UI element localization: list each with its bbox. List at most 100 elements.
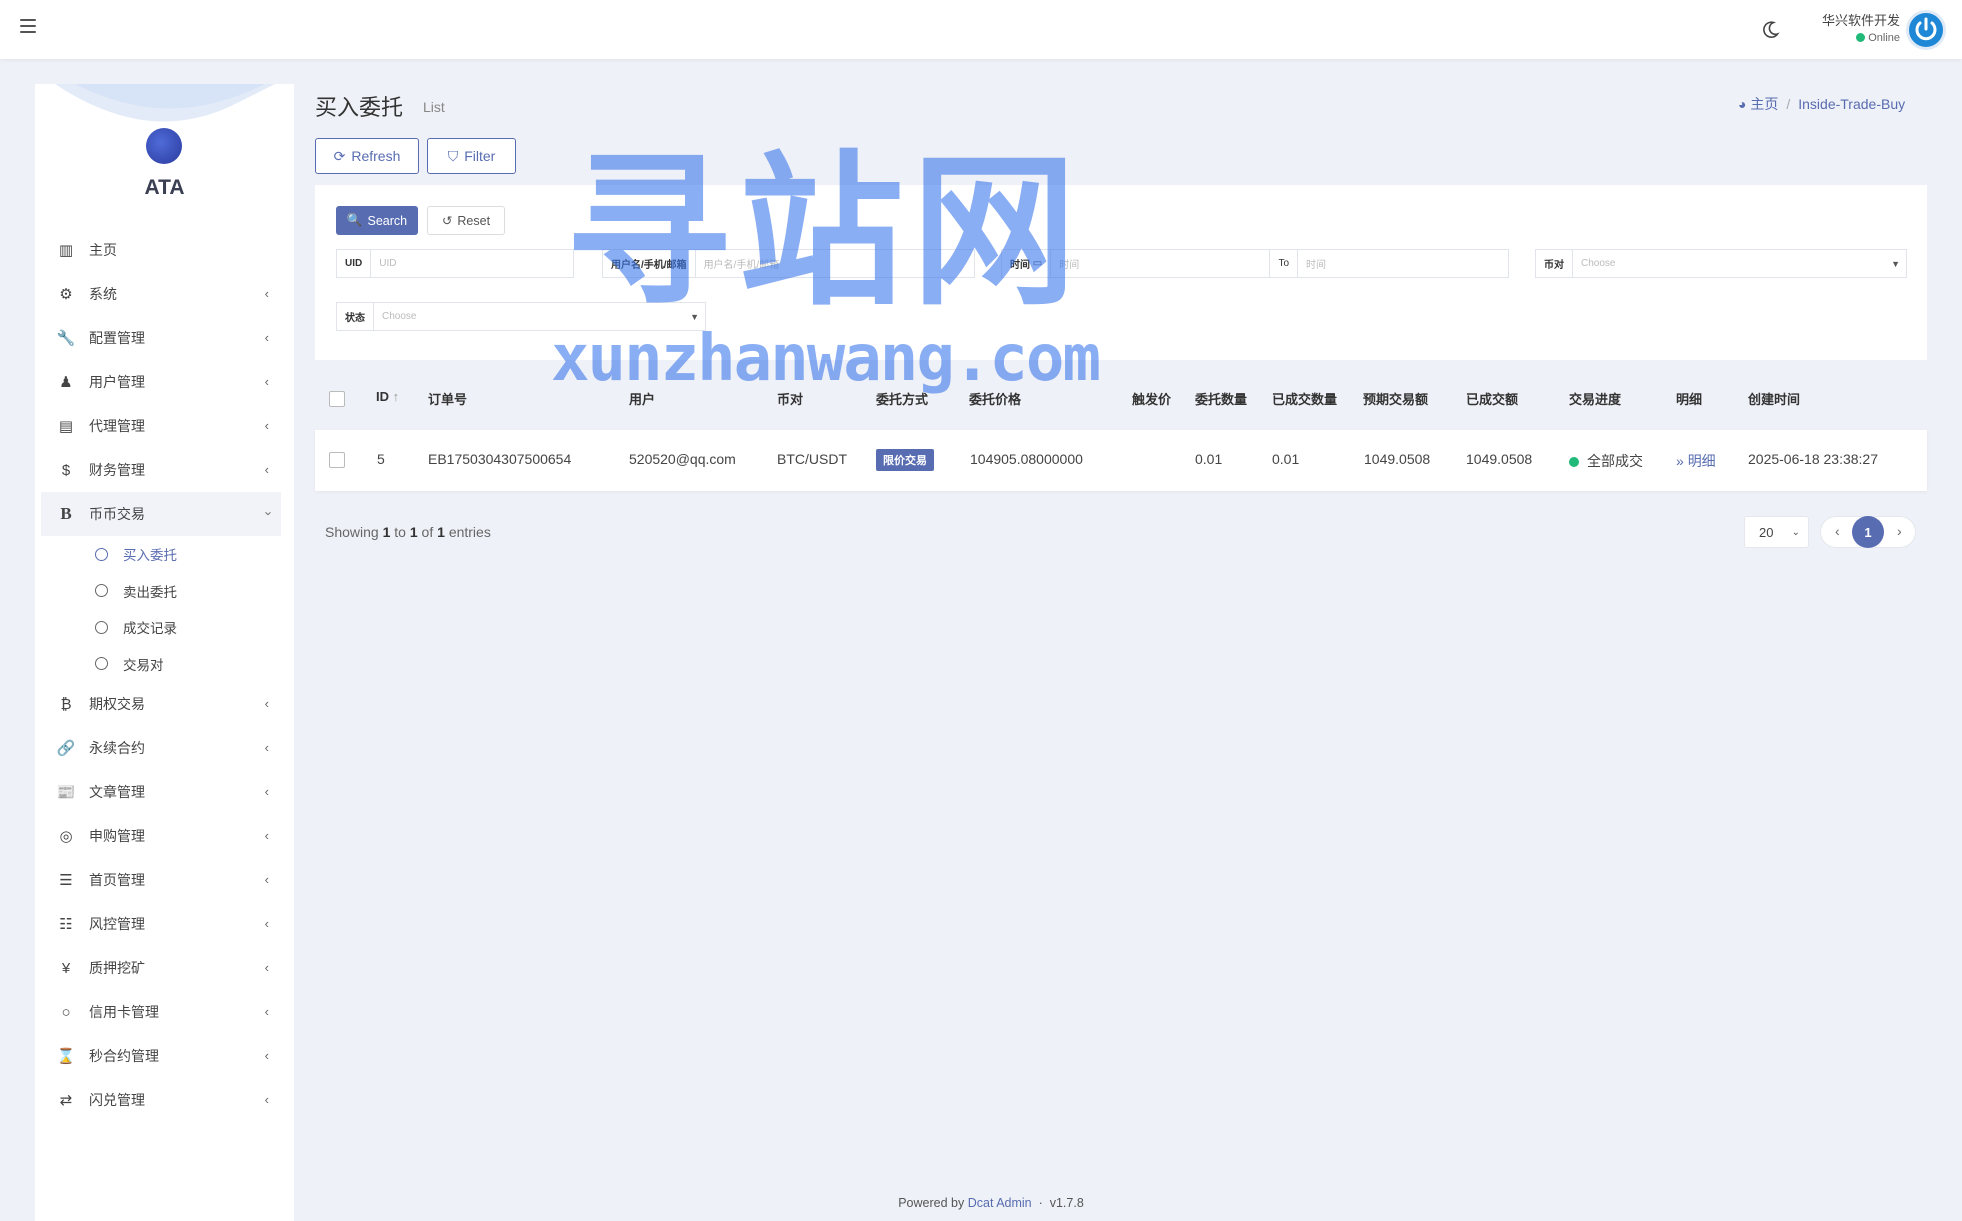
showing-total: 1: [437, 524, 445, 540]
sidebar-item-system[interactable]: ⚙ 系统 ‹: [41, 272, 281, 316]
table-row: 5 EB1750304307500654 520520@qq.com BTC/U…: [315, 430, 1927, 491]
search-button[interactable]: 🔍 Search: [336, 206, 418, 235]
user-info[interactable]: 华兴软件开发 Online: [1800, 12, 1900, 46]
moon-icon[interactable]: [1760, 20, 1780, 40]
sidebar-item-second-contract[interactable]: ⌛ 秒合约管理 ‹: [41, 1034, 281, 1078]
next-page-button[interactable]: ›: [1897, 523, 1902, 539]
column-header-trigger: 触发价: [1132, 392, 1172, 407]
user-input[interactable]: 用户名/手机/邮箱: [696, 250, 974, 277]
sidebar-item-homepage[interactable]: ☰ 首页管理 ‹: [41, 858, 281, 902]
sidebar-item-flash-exchange[interactable]: ⇄ 闪兑管理 ‹: [41, 1078, 281, 1122]
chevron-down-icon: ⌄: [1791, 526, 1800, 538]
cell-progress: 全部成交: [1569, 451, 1643, 471]
sort-arrow-icon[interactable]: ↑: [393, 389, 400, 404]
per-page-select[interactable]: 20 ⌄: [1744, 516, 1809, 548]
sidebar-subitem-label: 交易对: [123, 657, 164, 673]
sidebar-item-subscription[interactable]: ◎ 申购管理 ‹: [41, 814, 281, 858]
sidebar-item-users[interactable]: ♟ 用户管理 ‹: [41, 360, 281, 404]
status-select[interactable]: Choose: [374, 303, 690, 330]
filter-button[interactable]: ⛉ Filter: [427, 138, 516, 174]
chevron-left-icon: ‹: [264, 462, 269, 477]
sidebar-subitem-sell-orders[interactable]: 卖出委托: [41, 573, 281, 610]
cell-filled-total: 1049.0508: [1466, 451, 1533, 467]
chevron-left-icon: ‹: [264, 418, 269, 433]
reset-button[interactable]: ↺ Reset: [427, 206, 505, 235]
sidebar-item-agents[interactable]: ▤ 代理管理 ‹: [41, 404, 281, 448]
column-header-filled: 已成交数量: [1272, 392, 1338, 407]
refresh-button[interactable]: ⟳ Refresh: [315, 138, 419, 174]
chevron-left-icon: ‹: [264, 286, 269, 301]
pair-select[interactable]: Choose: [1573, 250, 1891, 277]
time-to-input[interactable]: 时间: [1298, 250, 1508, 277]
page-button-current[interactable]: 1: [1852, 516, 1884, 548]
select-all-checkbox[interactable]: [329, 391, 345, 407]
user-status: Online: [1800, 30, 1900, 46]
dashboard-icon: ◕: [1738, 96, 1747, 112]
sidebar-item-label: 财务管理: [89, 462, 145, 478]
chevron-left-icon: ‹: [264, 960, 269, 975]
breadcrumb-home[interactable]: 主页: [1750, 96, 1778, 112]
search-label: Search: [367, 213, 408, 228]
double-chevron-right-icon: »: [1676, 453, 1684, 469]
sidebar-item-articles[interactable]: 📰 文章管理 ‹: [41, 770, 281, 814]
chevron-left-icon: ‹: [264, 916, 269, 931]
sidebar-item-risk[interactable]: ☷ 风控管理 ‹: [41, 902, 281, 946]
chevron-left-icon: ‹: [264, 330, 269, 345]
chevron-left-icon: ‹: [264, 872, 269, 887]
time-range-filter: 时间 ▭ 时间 To 时间: [1001, 249, 1509, 278]
id-card-icon: ▤: [58, 418, 74, 435]
detail-link[interactable]: » 明细: [1676, 451, 1716, 471]
cell-type: 限价交易: [876, 449, 934, 471]
chevron-left-icon: ‹: [264, 1048, 269, 1063]
breadcrumb-current[interactable]: Inside-Trade-Buy: [1798, 96, 1905, 112]
sidebar-item-spot-trading[interactable]: B 币币交易 ‹: [41, 492, 281, 536]
chevron-left-icon: ‹: [264, 374, 269, 389]
sidebar-item-label: 申购管理: [89, 828, 145, 844]
sidebar-item-label: 配置管理: [89, 330, 145, 346]
sidebar-item-staking[interactable]: ¥ 质押挖矿 ‹: [41, 946, 281, 990]
column-header-id[interactable]: ID ↑: [376, 389, 399, 404]
sidebar-subitem-label: 卖出委托: [123, 584, 177, 600]
circle-icon: [95, 657, 108, 671]
avatar[interactable]: [1906, 10, 1946, 50]
sidebar-subitem-trading-pairs[interactable]: 交易对: [41, 646, 281, 683]
sidebar-item-finance[interactable]: $ 财务管理 ‹: [41, 448, 281, 492]
orders-table: ID ↑ 订单号 用户 币对 委托方式 委托价格 触发价 委托数量 已成交数量 …: [315, 370, 1927, 491]
footer-powered-by: Powered by: [898, 1196, 965, 1210]
refresh-label: Refresh: [351, 148, 401, 164]
hamburger-menu-icon[interactable]: [20, 19, 36, 33]
sidebar-subitem-trade-records[interactable]: 成交记录: [41, 609, 281, 646]
sidebar-item-config[interactable]: 🔧 配置管理 ‹: [41, 316, 281, 360]
chevron-left-icon: ‹: [264, 1004, 269, 1019]
calendar-icon: ▭: [1032, 258, 1043, 269]
row-checkbox[interactable]: [329, 452, 345, 468]
time-from-input[interactable]: 时间: [1051, 250, 1269, 277]
sidebar-subitem-buy-orders[interactable]: 买入委托: [41, 536, 281, 573]
column-header-user: 用户: [629, 392, 656, 407]
footer-link[interactable]: Dcat Admin: [968, 1196, 1032, 1210]
sidebar-item-credit-card[interactable]: ○ 信用卡管理 ‹: [41, 990, 281, 1034]
circle-icon: [95, 547, 108, 561]
sidebar-item-label: 代理管理: [89, 418, 145, 434]
sidebar-item-options[interactable]: ₿ 期权交易 ‹: [41, 682, 281, 726]
sidebar-menu: ▥ 主页 ⚙ 系统 ‹ 🔧 配置管理 ‹ ♟ 用户管理 ‹ ▤ 代理管理 ‹ $ 财务管理 ‹ B 币币…: [41, 228, 281, 1122]
showing-from: 1: [382, 524, 391, 540]
pair-filter-label: 币对: [1536, 250, 1573, 277]
yen-icon: ¥: [61, 959, 71, 977]
filter-panel: 🔍 Search ↺ Reset UID UID 用户名/手机/邮箱 用户名/手机/…: [315, 185, 1927, 360]
uid-input[interactable]: UID: [371, 250, 573, 277]
sidebar-item-label: 期权交易: [89, 696, 145, 712]
uid-filter: UID UID: [336, 249, 574, 278]
column-header-pair: 币对: [777, 392, 804, 407]
order-type-badge: 限价交易: [876, 449, 934, 471]
sidebar-item-perpetual[interactable]: 🔗 永续合约 ‹: [41, 726, 281, 770]
sidebar-item-label: 闪兑管理: [89, 1092, 145, 1108]
prev-page-button[interactable]: ‹: [1835, 523, 1840, 539]
chevron-down-icon: ‹: [259, 511, 275, 516]
time-filter-label: 时间 ▭: [1002, 250, 1052, 277]
column-header-expected-total: 预期交易额: [1363, 392, 1429, 407]
column-header-price: 委托价格: [969, 392, 1022, 407]
reset-label: Reset: [457, 213, 491, 228]
sidebar-item-home[interactable]: ▥ 主页: [41, 228, 281, 272]
user-tie-icon: ♟: [59, 374, 73, 391]
